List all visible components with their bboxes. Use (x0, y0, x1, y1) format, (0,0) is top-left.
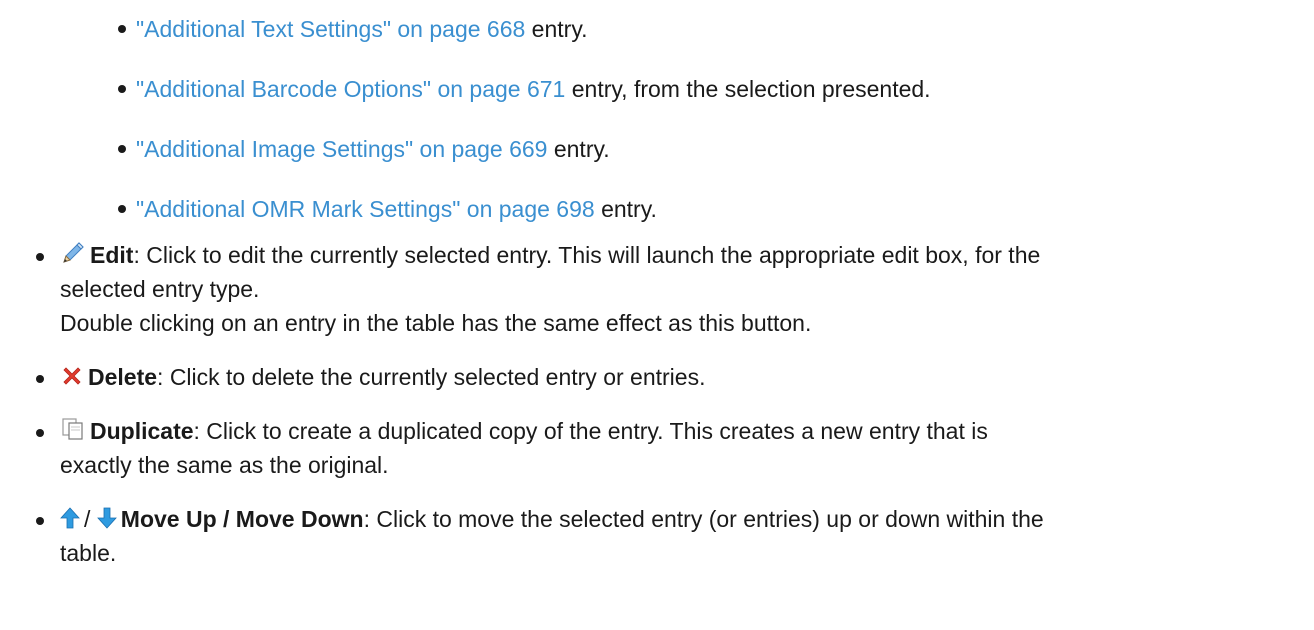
move-separator: / (84, 506, 91, 532)
duplicate-text: : Click to create a duplicated copy of t… (193, 418, 988, 444)
entry-suffix: entry. (525, 16, 588, 42)
pencil-icon (60, 240, 86, 266)
duplicate-icon (60, 416, 86, 442)
entry-suffix: entry. (547, 136, 610, 162)
move-description: / Move Up / Move Down: Click to move the… (36, 502, 1288, 570)
move-label: Move Up / Move Down (120, 506, 364, 532)
duplicate-label: Duplicate (90, 418, 194, 444)
link-additional-omr-mark-settings[interactable]: "Additional OMR Mark Settings" on page 6… (136, 196, 595, 222)
link-additional-text-settings[interactable]: "Additional Text Settings" on page 668 (136, 16, 525, 42)
duplicate-text: exactly the same as the original. (60, 452, 389, 478)
edit-label: Edit (90, 242, 134, 268)
arrow-up-icon (60, 506, 80, 530)
link-additional-barcode-options[interactable]: "Additional Barcode Options" on page 671 (136, 76, 565, 102)
delete-description: Delete: Click to delete the currently se… (36, 360, 1288, 394)
entry-suffix: entry, from the selection presented. (565, 76, 931, 102)
entry-suffix: entry. (594, 196, 657, 222)
delete-text: : Click to delete the currently selected… (157, 364, 706, 390)
move-text: : Click to move the selected entry (or e… (363, 506, 1044, 532)
edit-note: Double clicking on an entry in the table… (60, 310, 812, 336)
edit-text: selected entry type. (60, 276, 260, 302)
arrow-down-icon (96, 506, 117, 530)
edit-text: : Click to edit the currently selected e… (133, 242, 1041, 268)
delete-x-icon (60, 364, 84, 388)
edit-description: Edit: Click to edit the currently select… (36, 238, 1288, 340)
link-additional-image-settings[interactable]: "Additional Image Settings" on page 669 (136, 136, 547, 162)
duplicate-description: Duplicate: Click to create a duplicated … (36, 414, 1288, 482)
move-text: table. (60, 540, 117, 566)
delete-label: Delete (88, 364, 158, 390)
document-page: "Additional Text Settings" on page 668 e… (0, 0, 1314, 630)
button-description-list: Edit: Click to edit the currently select… (36, 238, 1288, 570)
